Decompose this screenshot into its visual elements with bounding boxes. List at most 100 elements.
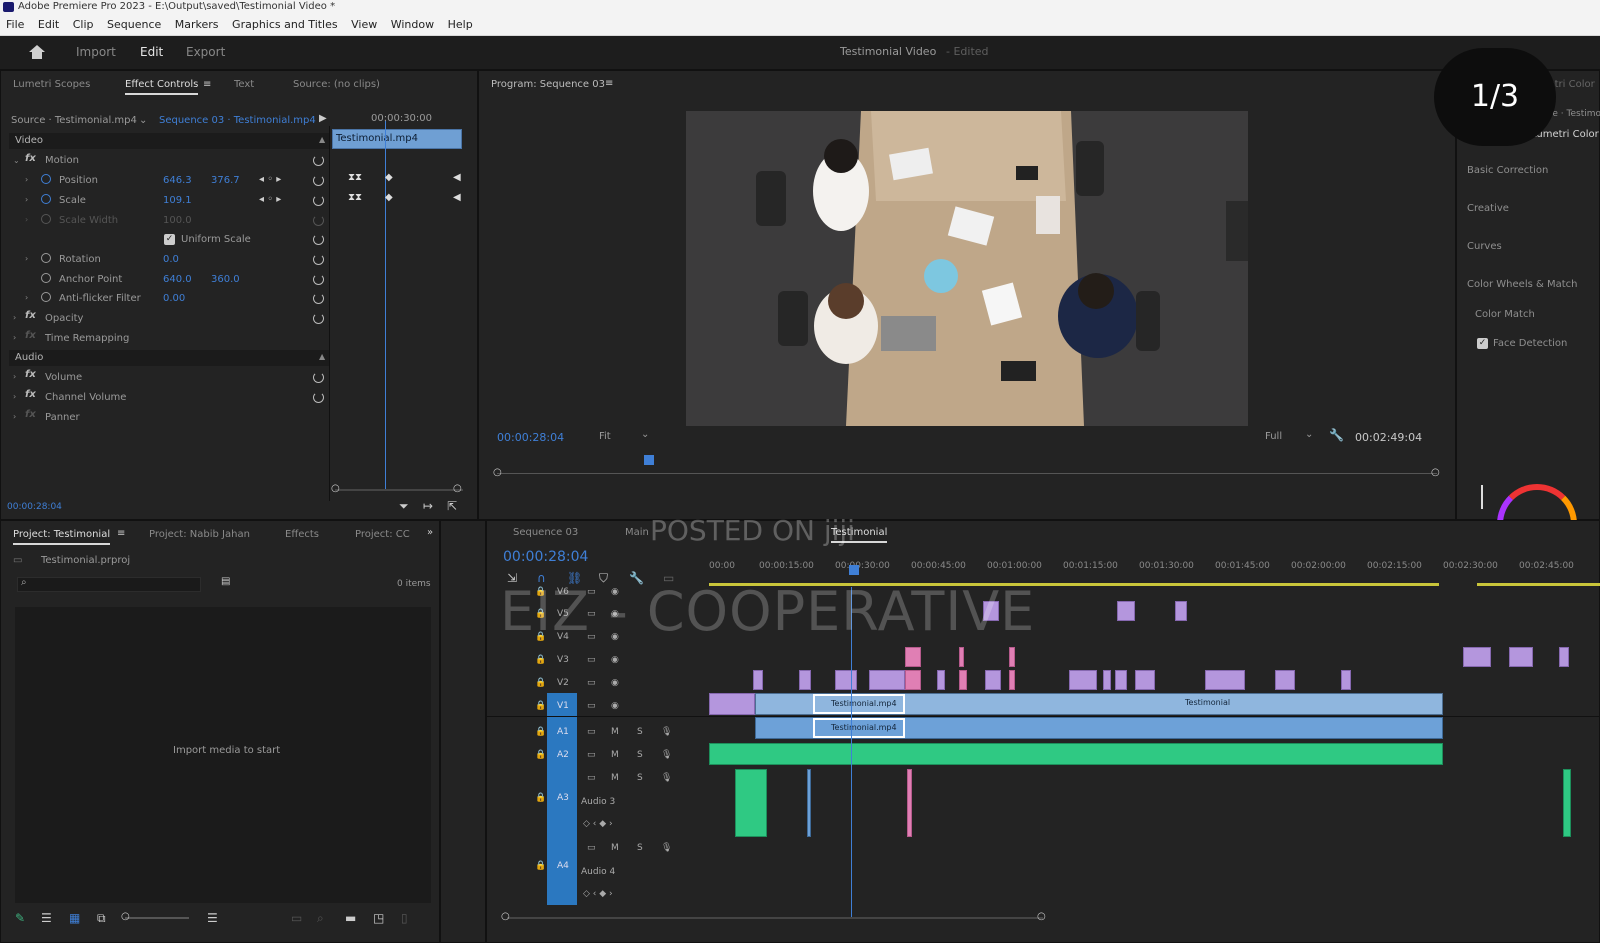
music-audio-clip[interactable] <box>709 743 1443 765</box>
keyframe-nav-icon[interactable]: ◂ ◦ ▸ <box>259 174 281 185</box>
track-label-v2[interactable]: V2 <box>557 678 569 688</box>
graphic-clip[interactable] <box>799 670 811 690</box>
stopwatch-icon[interactable] <box>41 253 51 263</box>
track-label-a4[interactable]: A4 <box>557 861 569 871</box>
graphic-clip[interactable] <box>1509 647 1533 667</box>
basic-correction-section[interactable]: Basic Correction <box>1467 165 1548 176</box>
panel-menu-icon[interactable]: ≡ <box>203 79 211 90</box>
menu-help[interactable]: Help <box>448 18 473 31</box>
expand-icon[interactable]: › <box>25 175 28 184</box>
reset-icon[interactable] <box>313 293 324 304</box>
timeline-ruler[interactable]: 00:00 00:00:15:00 00:00:30:00 00:00:45:0… <box>709 556 1600 578</box>
ec-clip-bar[interactable]: Testimonial.mp4 <box>332 129 462 149</box>
microphone-icon[interactable]: 🎙 <box>661 773 672 783</box>
reset-icon[interactable] <box>313 155 324 166</box>
menu-clip[interactable]: Clip <box>73 18 94 31</box>
expand-motion-icon[interactable]: ⌄ <box>13 156 20 165</box>
solo-button-icon[interactable]: S <box>637 773 643 783</box>
title-clip[interactable] <box>905 670 921 690</box>
graphic-clip[interactable] <box>1205 670 1245 690</box>
lock-icon[interactable]: 🔒 <box>535 678 546 688</box>
menu-view[interactable]: View <box>351 18 377 31</box>
title-clip[interactable] <box>1009 647 1015 667</box>
tab-project-nabib[interactable]: Project: Nabib Jahan <box>149 529 250 540</box>
graphic-clip[interactable] <box>1069 670 1097 690</box>
graphic-clip[interactable] <box>753 670 763 690</box>
timeline-timecode[interactable]: 00:00:28:04 <box>503 549 588 565</box>
program-playhead[interactable] <box>644 455 654 465</box>
panel-menu-icon[interactable]: ≡ <box>605 78 613 89</box>
antiflicker-value[interactable]: 0.00 <box>163 293 185 304</box>
track-label-v1[interactable]: V1 <box>557 701 569 711</box>
graphic-clip[interactable] <box>1341 670 1351 690</box>
zoom-handle-icon[interactable]: ○ <box>121 911 130 922</box>
graphic-clip[interactable] <box>835 670 857 690</box>
folder-icon[interactable]: ▬ <box>345 911 356 925</box>
keyframe-pair-icon[interactable]: ⧗⧗ <box>348 172 362 183</box>
solo-button-icon[interactable]: S <box>637 843 643 853</box>
expand-icon[interactable]: › <box>13 412 16 421</box>
chevron-down-icon[interactable]: ⌄ <box>641 429 649 440</box>
solo-button-icon[interactable]: S <box>637 750 643 760</box>
source-clip-label[interactable]: Source · Testimonial.mp4 <box>11 115 137 126</box>
stopwatch-icon[interactable] <box>41 292 51 302</box>
graphic-clip[interactable] <box>1175 601 1187 621</box>
color-wheels-section[interactable]: Color Wheels & Match <box>1467 279 1577 290</box>
position-x-value[interactable]: 646.3 <box>163 175 192 186</box>
edit-pencil-icon[interactable]: ✎ <box>15 911 25 925</box>
mute-button-icon[interactable]: M <box>611 727 619 737</box>
sfx-audio-clip[interactable] <box>907 769 912 837</box>
lock-icon[interactable]: 🔒 <box>535 701 546 711</box>
title-clip[interactable] <box>905 647 921 667</box>
graphic-clip[interactable] <box>1275 670 1295 690</box>
scroll-handle-right-icon[interactable]: ○ <box>1037 911 1046 922</box>
timeline-scrollbar[interactable] <box>507 917 1043 919</box>
eye-icon[interactable]: ◉ <box>611 701 619 711</box>
menu-window[interactable]: Window <box>391 18 434 31</box>
uniform-scale-checkbox[interactable]: ✓ <box>164 234 175 245</box>
microphone-icon[interactable]: 🎙 <box>661 843 672 853</box>
selected-clip-label[interactable]: Testimonial.mp4 <box>813 694 905 714</box>
eye-icon[interactable]: ◉ <box>611 678 619 688</box>
expand-icon[interactable]: › <box>25 293 28 302</box>
color-match-button[interactable]: Color Match <box>1475 309 1535 320</box>
track-label-a3[interactable]: A3 <box>557 793 569 803</box>
freeform-view-icon[interactable]: ⧉ <box>97 911 106 926</box>
reset-icon[interactable] <box>313 175 324 186</box>
graphic-clip[interactable] <box>1117 601 1135 621</box>
lock-icon[interactable]: 🔒 <box>535 750 546 760</box>
sort-icon[interactable]: ☰ <box>207 911 218 925</box>
graphic-clip[interactable] <box>709 693 755 715</box>
lock-icon[interactable]: 🔒 <box>535 793 546 803</box>
new-bin-icon[interactable]: ▤ <box>221 576 230 587</box>
graphic-clip[interactable] <box>1559 647 1569 667</box>
lock-icon[interactable]: 🔒 <box>535 727 546 737</box>
reset-icon[interactable] <box>313 274 324 285</box>
graphic-clip[interactable] <box>869 670 905 690</box>
scroll-handle-left-icon[interactable]: ○ <box>501 911 510 922</box>
tab-edit[interactable]: Edit <box>140 45 163 59</box>
program-video-frame[interactable] <box>686 111 1248 426</box>
rotation-value[interactable]: 0.0 <box>163 254 179 265</box>
eye-icon[interactable]: ◉ <box>611 655 619 665</box>
expand-icon[interactable]: › <box>13 313 16 322</box>
creative-section[interactable]: Creative <box>1467 203 1509 214</box>
ec-zoom-scrollbar[interactable] <box>335 489 463 491</box>
expand-icon[interactable]: › <box>25 254 28 263</box>
tab-export[interactable]: Export <box>186 45 225 59</box>
title-clip[interactable] <box>1009 670 1015 690</box>
new-item-icon[interactable]: ◳ <box>373 911 384 925</box>
lock-icon[interactable]: 🔒 <box>535 655 546 665</box>
scrub-start-handle-icon[interactable]: ○ <box>493 467 502 478</box>
microphone-icon[interactable]: 🎙 <box>661 727 672 737</box>
more-tabs-icon[interactable]: » <box>427 527 433 538</box>
selected-audio-clip[interactable]: Testimonial.mp4 <box>813 718 905 738</box>
wrench-icon[interactable]: 🔧 <box>1329 428 1344 442</box>
program-scrub-bar[interactable] <box>497 473 1437 474</box>
title-clip[interactable] <box>959 670 967 690</box>
reset-icon[interactable] <box>313 392 324 403</box>
keyframe-pair-icon[interactable]: ⧗⧗ <box>348 192 362 203</box>
chevron-down-icon[interactable]: ⌄ <box>139 115 147 126</box>
icon-view-icon[interactable]: ▦ <box>69 911 80 925</box>
graphic-clip[interactable] <box>1103 670 1111 690</box>
